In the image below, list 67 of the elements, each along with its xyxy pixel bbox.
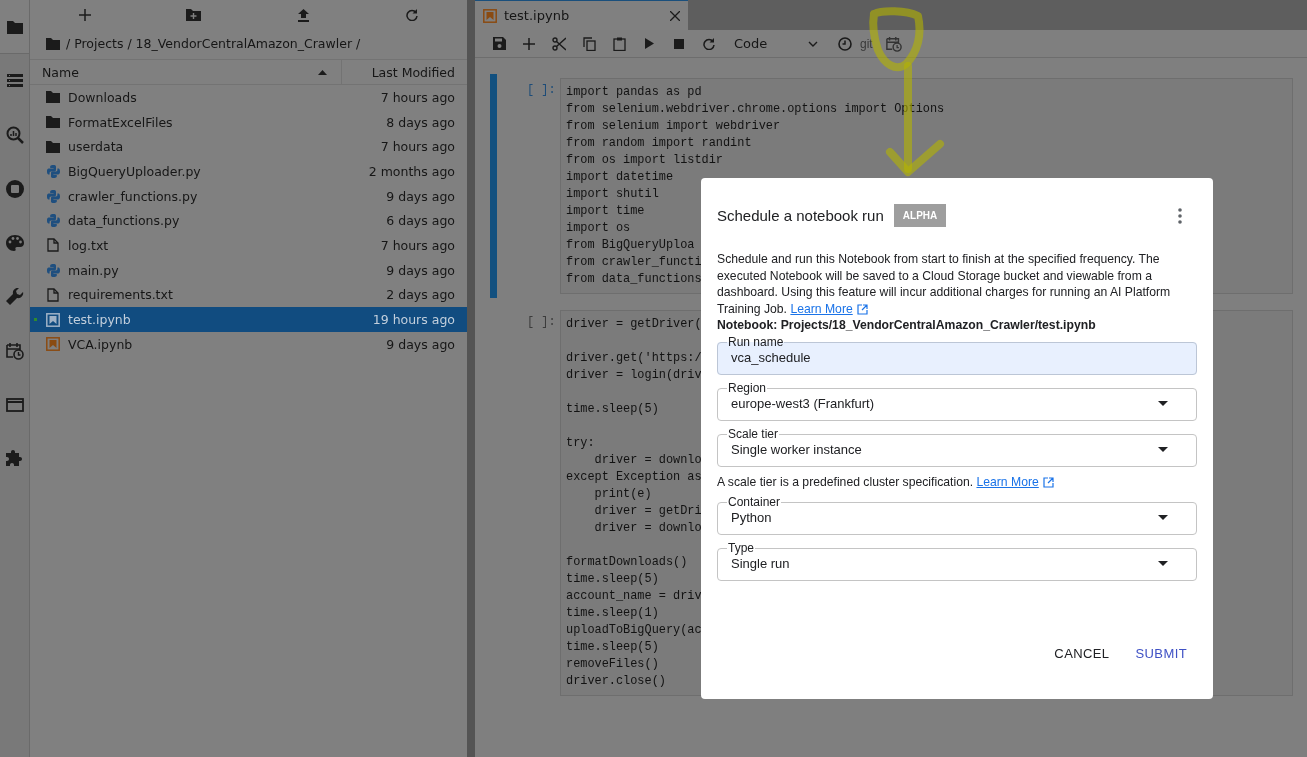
selected-value: Python [731,510,772,526]
modified-time: 7 hours ago [380,237,456,253]
file-name: data_functions.py [68,213,181,229]
code-line: driver = getDriver( [566,316,702,333]
code-line: from os import listdir [566,152,723,169]
code-line: from selenium import webdriver [566,118,781,135]
code-line: driver.close() [566,673,666,690]
file-name: userdata [68,139,125,155]
file-name: requirements.txt [68,287,174,303]
modified-time: 19 hours ago [372,312,456,328]
execution-prompt: [ ]: [527,315,557,329]
field-label: Region [727,381,768,396]
code-line: import time [566,203,645,220]
code-line: driver = downlo [593,452,702,469]
file-name: crawler_functions.py [68,188,199,204]
file-name: VCA.ipynb [68,336,134,352]
selected-value: Single worker instance [731,442,862,458]
field-help-text: A scale tier is a predefined cluster specification. Learn More [717,475,1197,490]
code-line: import pandas as pd [566,84,702,101]
code-line: time.sleep(5) [566,571,659,588]
file-name: log.txt [68,237,110,253]
modified-time: 9 days ago [386,188,456,204]
field-label: Scale tier [727,427,780,442]
field-label: Run name [727,335,785,350]
selected-value: europe-west3 (Frankfurt) [731,396,875,412]
modified-time: 6 days ago [386,213,456,229]
code-line: try: [566,435,595,452]
code-line: from crawler_functi [566,254,702,271]
modified-time: 7 hours ago [380,139,456,155]
modified-time: 9 days ago [386,262,456,278]
file-name: FormatExcelFiles [68,114,174,130]
modified-time: 8 days ago [386,114,456,130]
code-line: import shutil [566,186,659,203]
modified-time: 2 days ago [386,287,456,303]
execution-prompt: [ ]: [527,83,557,97]
file-name: main.py [68,262,120,278]
code-line: driver = downlo [593,520,702,537]
code-line: driver = getDri [593,503,702,520]
field-label: Type [727,541,755,556]
modified-time: 7 hours ago [380,89,456,105]
file-name: Downloads [68,89,138,105]
code-line: from BigQueryUploa [566,237,695,254]
code-line: import os [566,220,631,237]
modified-time: 9 days ago [386,336,456,352]
code-line: driver.get('https:/ [566,350,702,367]
code-line: except Exception as [566,469,702,486]
notebook-path: Notebook: Projects/18_VendorCentralAmazon_Crawler/test.ipynb [717,317,1097,334]
selected-value: Single run [731,556,790,572]
code-line: time.sleep(5) [566,401,659,418]
code-line: from data_functions [566,271,702,288]
code-line: removeFiles() [566,656,659,673]
code-line: account_name = driv [566,588,702,605]
file-name: test.ipynb [68,312,132,328]
file-name: BigQueryUploader.py [68,163,202,179]
field-label: Container [727,495,782,510]
code-line: uploadToBigQuery(ac [566,622,702,639]
code-line: time.sleep(1) [566,605,659,622]
code-line: formatDownloads() [566,554,688,571]
code-line: print(e) [593,486,652,503]
code-line: from random import randint [566,135,752,152]
code-line: driver = login(driv [566,367,702,384]
alpha-badge: ALPHA [893,204,947,227]
modified-time: 2 months ago [368,163,456,179]
code-line: import datetime [566,169,674,186]
dialog-title: Schedule a notebook run [717,207,884,224]
code-line: time.sleep(5) [566,639,659,656]
dialog-description: Schedule and run this Notebook from start to finish at the specified frequency. The executed Notebook will be saved to a Cloud Storage bucket and viewable from a dashboard. Using this feature will incur additional charges for running an AI Platform Training Job. Learn More [717,251,1172,318]
